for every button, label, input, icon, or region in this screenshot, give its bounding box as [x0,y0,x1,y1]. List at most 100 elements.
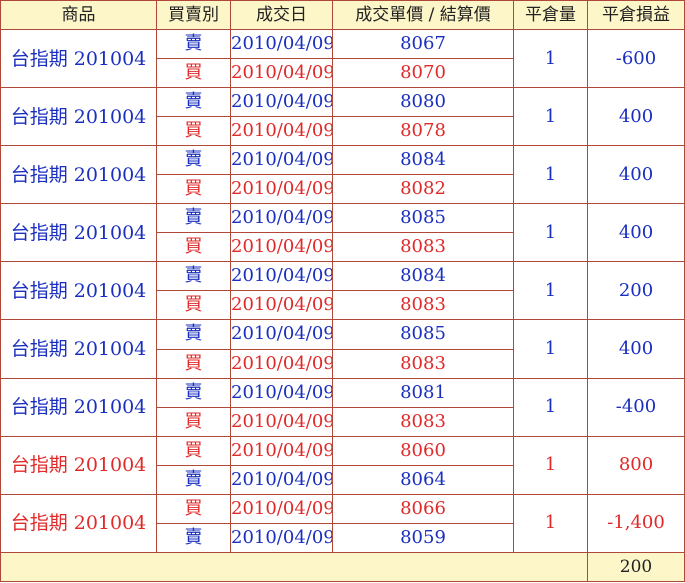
pnl-cell: 400 [587,145,685,205]
product-cell: 台指期 201004 [0,28,157,89]
price-cell: 8084 [332,145,514,176]
product-cell: 台指期 201004 [0,145,157,205]
product-cell: 台指期 201004 [0,319,157,379]
side-cell: 買 [156,232,231,263]
pnl-cell: 800 [587,435,685,495]
header-price: 成交單價 / 結算價 [332,0,514,30]
product-cell: 台指期 201004 [0,493,157,554]
price-cell: 8059 [332,522,514,554]
side-cell: 賣 [156,377,231,408]
trade-table: 商品 買賣別 成交日 成交單價 / 結算價 平倉量 平倉損益 台指期 20100… [0,0,685,582]
side-cell: 買 [156,174,231,205]
side-cell: 賣 [156,319,231,350]
pnl-cell: 400 [587,319,685,379]
price-cell: 8070 [332,58,514,89]
qty-cell: 1 [513,87,588,147]
table-row: 台指期 201004 賣 2010/04/09 8080 1 400 [0,87,685,147]
price-cell: 8083 [332,232,514,263]
product-cell: 台指期 201004 [0,377,157,437]
date-cell: 2010/04/09 [230,522,333,554]
header-side: 買賣別 [156,0,231,30]
date-cell: 2010/04/09 [230,58,333,89]
table-row: 台指期 201004 買 2010/04/09 8066 1 -1,400 [0,493,685,554]
table-row: 台指期 201004 賣 2010/04/09 8081 1 -400 [0,377,685,437]
table-row: 台指期 201004 賣 2010/04/09 8084 1 400 [0,145,685,205]
side-cell: 賣 [156,261,231,292]
header-pnl: 平倉損益 [587,0,685,30]
date-cell: 2010/04/09 [230,290,333,321]
side-cell: 賣 [156,28,231,60]
date-cell: 2010/04/09 [230,87,333,118]
side-cell: 賣 [156,87,231,118]
total-pnl: 200 [587,552,685,582]
date-cell: 2010/04/09 [230,261,333,292]
table-row: 台指期 201004 賣 2010/04/09 8085 1 400 [0,319,685,379]
date-cell: 2010/04/09 [230,493,333,524]
price-cell: 8064 [332,464,514,495]
pnl-cell: -1,400 [587,493,685,554]
qty-cell: 1 [513,203,588,263]
total-spacer [0,552,588,582]
side-cell: 買 [156,348,231,379]
date-cell: 2010/04/09 [230,116,333,147]
product-cell: 台指期 201004 [0,435,157,495]
table-row: 台指期 201004 賣 2010/04/09 8085 1 400 [0,203,685,263]
side-cell: 買 [156,435,231,466]
price-cell: 8083 [332,406,514,437]
date-cell: 2010/04/09 [230,464,333,495]
pnl-cell: 400 [587,203,685,263]
date-cell: 2010/04/09 [230,377,333,408]
price-cell: 8078 [332,116,514,147]
price-cell: 8084 [332,261,514,292]
pnl-cell: -600 [587,28,685,89]
header-row: 商品 買賣別 成交日 成交單價 / 結算價 平倉量 平倉損益 [0,0,685,30]
header-date: 成交日 [230,0,333,30]
qty-cell: 1 [513,377,588,437]
table-row: 台指期 201004 賣 2010/04/09 8084 1 200 [0,261,685,321]
trade-body: 台指期 201004 賣 2010/04/09 8067 1 -600 買 2010/04/0… [0,28,685,554]
side-cell: 賣 [156,203,231,234]
price-cell: 8085 [332,319,514,350]
price-cell: 8082 [332,174,514,205]
price-cell: 8083 [332,290,514,321]
product-cell: 台指期 201004 [0,261,157,321]
side-cell: 買 [156,58,231,89]
side-cell: 買 [156,116,231,147]
qty-cell: 1 [513,28,588,89]
product-cell: 台指期 201004 [0,87,157,147]
date-cell: 2010/04/09 [230,145,333,176]
pnl-cell: 200 [587,261,685,321]
date-cell: 2010/04/09 [230,435,333,466]
price-cell: 8060 [332,435,514,466]
price-cell: 8067 [332,28,514,60]
side-cell: 買 [156,493,231,524]
date-cell: 2010/04/09 [230,28,333,60]
pnl-cell: -400 [587,377,685,437]
side-cell: 賣 [156,522,231,554]
date-cell: 2010/04/09 [230,232,333,263]
header-qty: 平倉量 [513,0,588,30]
price-cell: 8085 [332,203,514,234]
qty-cell: 1 [513,435,588,495]
qty-cell: 1 [513,493,588,554]
price-cell: 8080 [332,87,514,118]
price-cell: 8081 [332,377,514,408]
header-product: 商品 [0,0,157,30]
price-cell: 8083 [332,348,514,379]
qty-cell: 1 [513,261,588,321]
date-cell: 2010/04/09 [230,319,333,350]
total-row: 200 [0,552,685,582]
side-cell: 賣 [156,464,231,495]
table-row: 台指期 201004 賣 2010/04/09 8067 1 -600 [0,28,685,89]
date-cell: 2010/04/09 [230,174,333,205]
side-cell: 買 [156,406,231,437]
product-cell: 台指期 201004 [0,203,157,263]
qty-cell: 1 [513,319,588,379]
pnl-cell: 400 [587,87,685,147]
side-cell: 買 [156,290,231,321]
date-cell: 2010/04/09 [230,348,333,379]
table-row: 台指期 201004 買 2010/04/09 8060 1 800 [0,435,685,495]
qty-cell: 1 [513,145,588,205]
side-cell: 賣 [156,145,231,176]
date-cell: 2010/04/09 [230,203,333,234]
